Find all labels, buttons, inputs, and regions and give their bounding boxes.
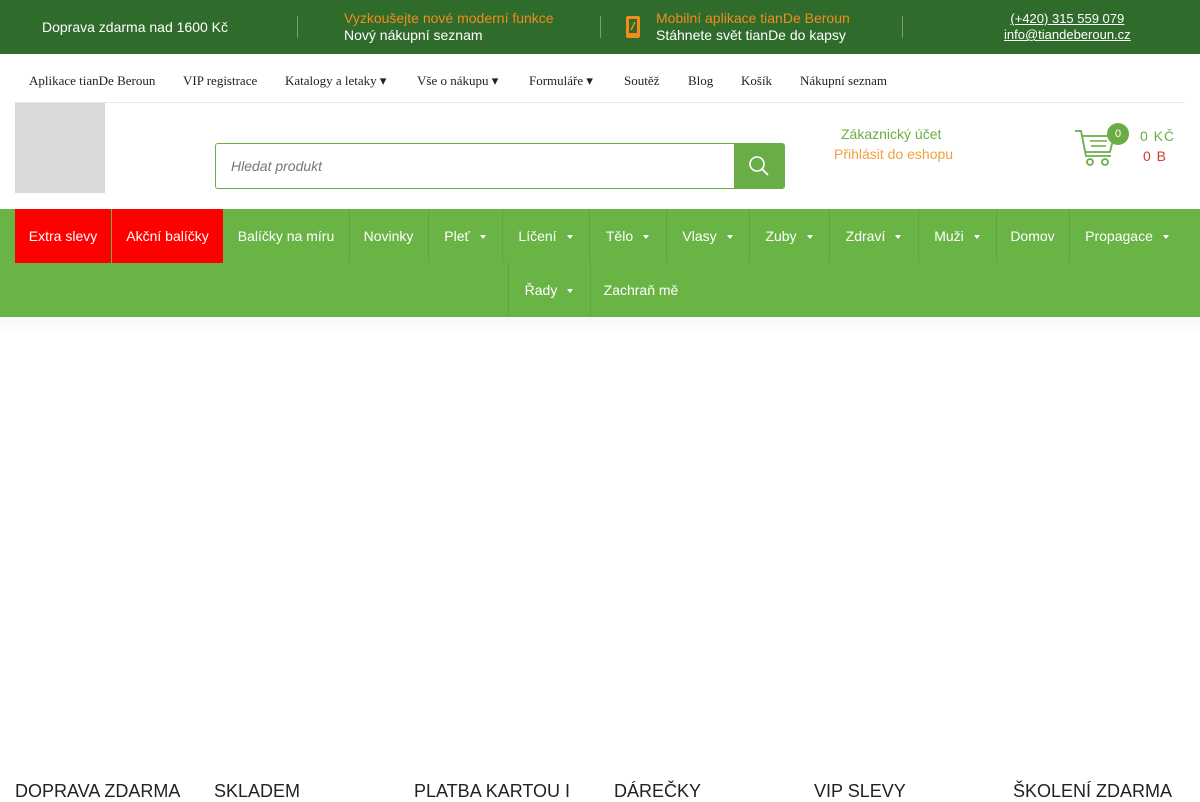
menu-label: Zuby bbox=[765, 228, 797, 244]
menu-makeup[interactable]: Líčení bbox=[502, 209, 589, 263]
feature-free-training: ​ ŠKOLENÍ ZDARMA bbox=[1013, 762, 1200, 802]
secondary-nav: Aplikace tianDe Beroun VIP registrace Ka… bbox=[15, 54, 1185, 103]
subnav-about-shopping[interactable]: Vše o nákupu ▾ bbox=[417, 73, 498, 89]
new-features-title[interactable]: Vyzkoušejte nové moderní funkce bbox=[344, 10, 554, 27]
menu-label: Pleť bbox=[444, 228, 470, 244]
contact-info: ​ (+420) 315 559 079 info@tiandeberoun.c… bbox=[981, 0, 1131, 54]
menu-extra-discounts[interactable]: Extra slevy bbox=[15, 209, 111, 263]
mobile-app-subtitle[interactable]: Stáhnete svět tianDe do kapsy bbox=[656, 27, 850, 44]
menu-men[interactable]: Muži bbox=[918, 209, 996, 263]
caret-down-icon bbox=[479, 235, 486, 239]
truck-icon: ​ bbox=[15, 762, 205, 780]
menu-label: Novinky bbox=[363, 228, 414, 244]
envelope-icon: ​ bbox=[981, 18, 991, 36]
menu-home[interactable]: Domov bbox=[996, 209, 1069, 263]
feature-gifts: ​ DÁREČKY bbox=[614, 762, 804, 802]
shipping-text: Doprava zdarma nad 1600 Kč bbox=[42, 18, 228, 35]
search-bar bbox=[215, 143, 785, 189]
shipping-info: ​ Doprava zdarma nad 1600 Kč bbox=[18, 0, 228, 54]
menu-health[interactable]: Zdraví bbox=[829, 209, 918, 263]
menu-label: Extra slevy bbox=[28, 228, 98, 244]
customer-account-title[interactable]: Zákaznický účet bbox=[841, 126, 941, 142]
feature-vip-discounts: ​ VIP SLEVY bbox=[814, 762, 1004, 802]
feature-label: VIP SLEVY bbox=[814, 781, 906, 801]
cart-points: 0 B bbox=[1143, 148, 1168, 164]
caret-down-icon bbox=[806, 235, 813, 239]
menu-label: Vlasy bbox=[682, 228, 717, 244]
menu-custom-packages[interactable]: Balíčky na míru bbox=[223, 209, 349, 263]
graduation-cap-icon: ​ bbox=[1013, 762, 1200, 780]
subnav-catalogs[interactable]: Katalogy a letaky ▾ bbox=[285, 73, 386, 89]
menu-label: Tělo bbox=[605, 228, 634, 244]
content-area bbox=[0, 317, 1200, 337]
menu-skin[interactable]: Pleť bbox=[428, 209, 502, 263]
divider bbox=[600, 16, 601, 38]
main-menu: Extra slevy Akční balíčky Balíčky na mír… bbox=[0, 209, 1200, 317]
mobile-app-title[interactable]: Mobilní aplikace tianDe Beroun bbox=[656, 10, 850, 27]
search-button[interactable] bbox=[734, 144, 784, 188]
menu-label: Akční balíčky bbox=[126, 228, 209, 244]
menu-label: Propagace bbox=[1085, 228, 1153, 244]
subnav-shopping-list[interactable]: Nákupní seznam bbox=[800, 73, 887, 89]
percent-icon: ​ bbox=[814, 762, 1004, 780]
menu-promo-packages[interactable]: Akční balíčky bbox=[112, 209, 223, 263]
caret-down-icon bbox=[726, 235, 733, 239]
feature-label: ŠKOLENÍ ZDARMA bbox=[1013, 781, 1173, 801]
new-features-subtitle[interactable]: Nový nákupní seznam bbox=[344, 27, 554, 44]
caret-down-icon bbox=[1162, 235, 1169, 239]
search-icon bbox=[749, 156, 769, 176]
new-features-promo[interactable]: ​ Vyzkoušejte nové moderní funkce Nový n… bbox=[321, 0, 554, 54]
menu-label: Zachraň mě bbox=[603, 282, 679, 298]
search-input[interactable] bbox=[216, 144, 736, 188]
menu-new[interactable]: Novinky bbox=[349, 209, 428, 263]
menu-series[interactable]: Řady bbox=[508, 263, 590, 317]
subnav-cart[interactable]: Košík bbox=[741, 73, 772, 89]
subnav-blog[interactable]: Blog bbox=[688, 73, 713, 89]
mobile-app-promo[interactable]: Mobilní aplikace tianDe Beroun Stáhnete … bbox=[624, 0, 850, 54]
site-logo[interactable] bbox=[15, 103, 105, 193]
subnav-vip-registration[interactable]: VIP registrace bbox=[183, 73, 257, 89]
feature-free-shipping: ​ DOPRAVA ZDARMA bbox=[15, 762, 205, 802]
caret-down-icon bbox=[973, 235, 980, 239]
menu-body[interactable]: Tělo bbox=[589, 209, 666, 263]
menu-label: Muži bbox=[934, 228, 964, 244]
menu-label: Zdraví bbox=[845, 228, 886, 244]
credit-card-icon: ​ bbox=[414, 762, 604, 780]
divider bbox=[297, 16, 298, 38]
subnav-forms[interactable]: Formuláře ▾ bbox=[529, 73, 593, 89]
caret-down-icon bbox=[643, 235, 650, 239]
email-link[interactable]: info@tiandeberoun.cz bbox=[1004, 27, 1131, 43]
feature-in-stock: ​ SKLADEM bbox=[214, 762, 404, 802]
menu-label: Řady bbox=[524, 282, 558, 298]
cart-count-badge: 0 bbox=[1107, 123, 1129, 145]
caret-down-icon bbox=[895, 235, 902, 239]
caret-down-icon bbox=[567, 289, 574, 293]
menu-hair[interactable]: Vlasy bbox=[666, 209, 749, 263]
gift-icon: ​ bbox=[614, 762, 804, 780]
divider bbox=[902, 16, 903, 38]
subnav-app[interactable]: Aplikace tianDe Beroun bbox=[29, 73, 155, 89]
phone-link[interactable]: (+420) 315 559 079 bbox=[1004, 11, 1131, 27]
login-link[interactable]: Přihlásit do eshopu bbox=[834, 146, 953, 162]
feature-label: DÁREČKY bbox=[614, 781, 702, 801]
cart-total-price[interactable]: 0 KČ bbox=[1140, 128, 1175, 144]
feature-card-payment: ​ PLATBA KARTOU I bbox=[414, 762, 604, 802]
star-icon: ​ bbox=[321, 18, 331, 36]
menu-save-me[interactable]: Zachraň mě bbox=[590, 263, 692, 317]
menu-teeth[interactable]: Zuby bbox=[749, 209, 829, 263]
top-info-bar: ​ Doprava zdarma nad 1600 Kč ​ Vyzkoušej… bbox=[0, 0, 1200, 54]
menu-label: Domov bbox=[1010, 228, 1055, 244]
subnav-contest[interactable]: Soutěž bbox=[624, 73, 659, 89]
feature-label: DOPRAVA ZDARMA bbox=[15, 781, 181, 801]
box-icon: ​ bbox=[214, 762, 404, 780]
menu-label: Líčení bbox=[518, 228, 557, 244]
mobile-phone-icon bbox=[626, 16, 640, 38]
truck-icon: ​ bbox=[18, 18, 28, 36]
menu-label: Balíčky na míru bbox=[237, 228, 335, 244]
caret-down-icon bbox=[566, 235, 573, 239]
feature-label: PLATBA KARTOU I bbox=[414, 781, 571, 801]
menu-promotion[interactable]: Propagace bbox=[1069, 209, 1185, 263]
feature-label: SKLADEM bbox=[214, 781, 301, 801]
